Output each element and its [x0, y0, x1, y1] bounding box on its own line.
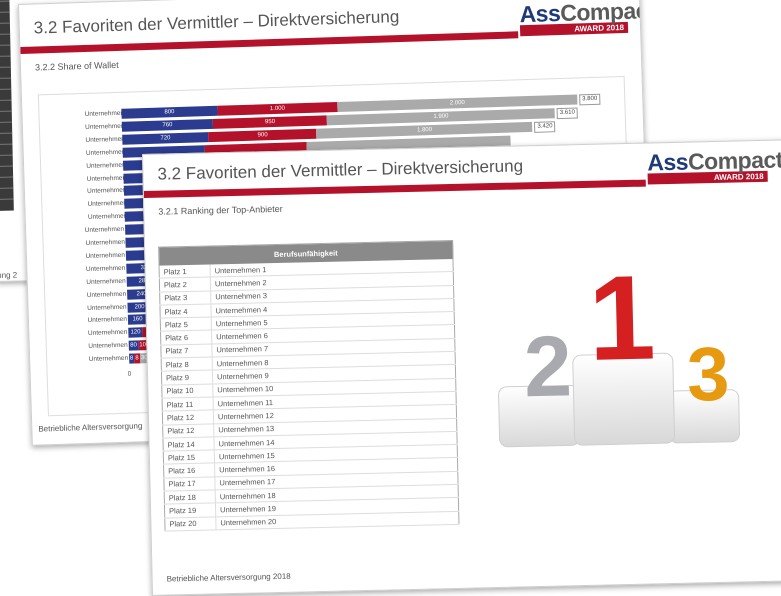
category-label: Unternehmen 2 — [84, 122, 130, 131]
chart-total-label: 3.610 — [556, 107, 579, 120]
ranking-table: Berufsunfähigkeit Platz 1 Unternehmen 1 Pl… — [158, 239, 460, 532]
rank-cell: Platz 18 — [164, 489, 216, 505]
chart-bar-segment: 160 — [127, 314, 148, 326]
rank-cell: Platz 20 — [164, 516, 217, 532]
rank-cell: Platz 19 — [164, 503, 216, 518]
logo-compact-text: Compact — [687, 146, 781, 175]
category-label: Unternehmen 13 — [85, 264, 135, 273]
category-label: Unternehmen 16 — [87, 302, 136, 312]
logo-compact-text: Compact — [559, 0, 654, 26]
category-label: Unternehmen 14 — [86, 277, 135, 286]
rank-cell: Platz 1 — [159, 264, 211, 279]
axis-tick-label: 0 — [127, 370, 132, 378]
chart-total-label: 3.800 — [579, 93, 601, 106]
rank-cell: Platz 9 — [161, 370, 213, 385]
chart-bar-segment: 800 — [121, 105, 218, 119]
chart-bar-segment: 760 — [121, 118, 214, 132]
category-label: Unternehmen 6 — [86, 174, 132, 183]
category-label: Unternehmen 18 — [87, 328, 137, 338]
rank-cell: Platz 12 — [162, 423, 214, 438]
sidebar-table-strip — [0, 0, 14, 211]
logo-ass-text: Ass — [647, 148, 689, 176]
rank-cell: Platz 11 — [162, 396, 214, 412]
back-slide-footer-fragment: ung 2 — [0, 270, 18, 280]
podium-number-three: 3 — [686, 332, 730, 418]
rank-cell: Platz 16 — [163, 463, 215, 478]
chart-total-label: 3.420 — [534, 120, 556, 133]
category-label: Unternehmen 17 — [87, 315, 137, 325]
rank-cell: Platz 12 — [162, 410, 214, 425]
chart-bar-segment: 80 — [128, 340, 139, 351]
category-label: Unternehmen 3 — [85, 135, 131, 144]
rank-cell: Platz 7 — [160, 343, 213, 359]
asscompact-logo: AssCompact AWARD 2018 — [647, 146, 781, 185]
chart-bar-segment: 900 — [208, 128, 317, 142]
chart-bar-segment: 720 — [122, 131, 209, 145]
rank-cell: Platz 14 — [162, 436, 215, 452]
category-label: Unternehmen 20 — [88, 354, 138, 364]
logo-ass-text: Ass — [519, 0, 561, 28]
rank-cell: Platz 15 — [163, 450, 215, 465]
rank-cell: Platz 17 — [163, 476, 216, 492]
rank-cell: Platz 4 — [159, 303, 212, 319]
slide-ranking: 3.2 Favoriten der Vermittler – Direktver… — [142, 139, 781, 596]
category-label: Unternehmen 15 — [86, 290, 136, 299]
category-label: Unternehmen 1 — [84, 109, 130, 118]
category-label: Unternehmen 4 — [85, 148, 131, 157]
category-label: Unternehmen 9 — [87, 212, 133, 222]
asscompact-logo: AssCompact AWARD 2018 — [519, 0, 654, 37]
chart-bar-segment: 1.000 — [217, 102, 338, 116]
podium-illustration: 2 1 3 — [498, 251, 740, 448]
category-label: Unternehmen 11 — [85, 238, 134, 247]
category-label: Unternehmen 10 — [84, 225, 134, 235]
slide-title: 3.2 Favoriten der Vermittler – Direktver… — [157, 156, 524, 184]
slide-subtitle: 3.2.1 Ranking der Top-Anbieter — [158, 203, 283, 217]
slide-subtitle: 3.2.2 Share of Wallet — [34, 59, 119, 73]
rank-cell: Platz 5 — [160, 317, 212, 332]
slide-footer: Betriebliche Altersversorgung 2018 — [166, 571, 291, 584]
category-label: Unternehmen 5 — [86, 161, 132, 170]
rank-cell: Platz 3 — [159, 290, 211, 306]
rank-cell: Platz 6 — [160, 330, 212, 345]
chart-bar-segment: 120 — [128, 327, 143, 338]
category-label: Unternehmen 8 — [87, 199, 133, 209]
slide-title: 3.2 Favoriten der Vermittler – Direktver… — [33, 7, 400, 38]
podium-number-one: 1 — [587, 251, 657, 386]
rank-cell: Platz 2 — [159, 277, 211, 292]
slide-footer: Betriebliche Altersversorgung — [38, 421, 143, 434]
chart-bar-segment: 950 — [212, 115, 328, 129]
rank-cell: Platz 10 — [161, 383, 214, 399]
podium-number-two: 2 — [523, 318, 573, 415]
category-label: Unternehmen 7 — [87, 186, 133, 196]
rank-cell: Platz 8 — [161, 357, 213, 372]
category-label: Unternehmen 12 — [85, 251, 135, 260]
category-label: Unternehmen 19 — [88, 341, 137, 351]
